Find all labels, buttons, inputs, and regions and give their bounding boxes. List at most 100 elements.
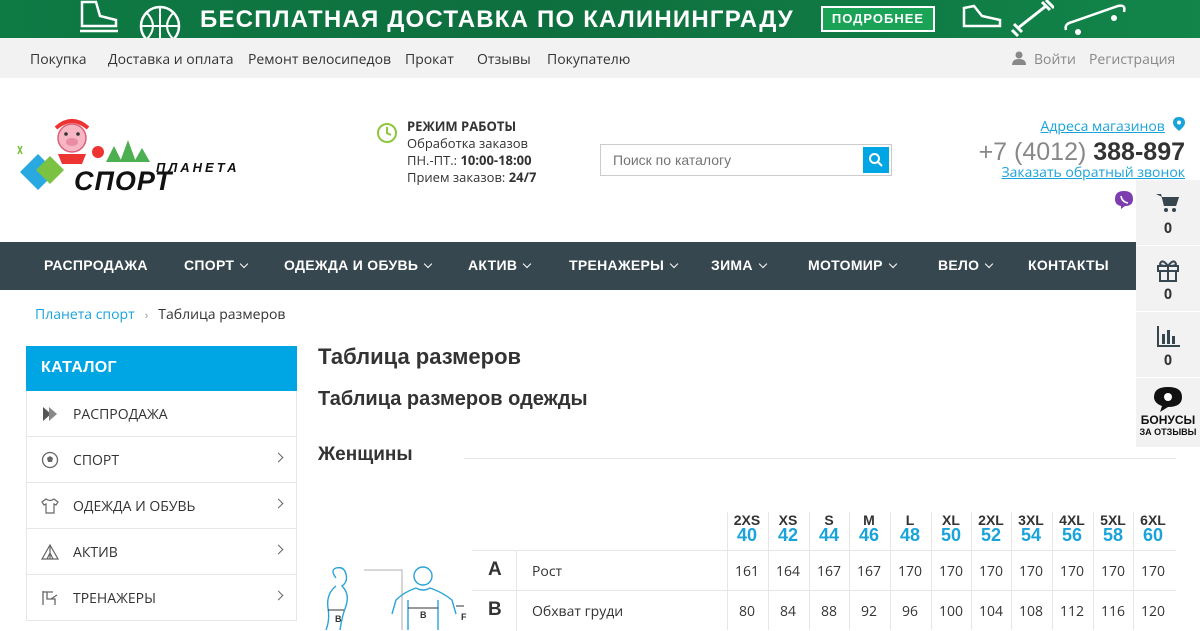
catalog-item-clothing[interactable]: ОДЕЖДА И ОБУВЬ bbox=[26, 483, 297, 529]
catalog-sidebar: КАТАЛОГ РАСПРОДАЖА СПОРТ ОДЕЖДА И ОБУВЬ … bbox=[26, 346, 297, 621]
nav-bike[interactable]: ВЕЛО bbox=[938, 257, 994, 273]
chevron-right-icon bbox=[273, 544, 284, 555]
sneaker-icon bbox=[962, 4, 1002, 28]
svg-text:B: B bbox=[420, 610, 427, 620]
size-col-m: M 46 bbox=[858, 512, 880, 545]
section-title-women: Женщины bbox=[318, 444, 413, 465]
catalog-item-trainers[interactable]: ТРЕНАЖЕРЫ bbox=[26, 575, 297, 621]
register-link[interactable]: Регистрация bbox=[1089, 50, 1175, 69]
viber-icon[interactable] bbox=[1114, 190, 1134, 210]
topnav-reviews[interactable]: Отзывы bbox=[477, 50, 531, 69]
nav-contacts[interactable]: КОНТАКТЫ bbox=[1028, 257, 1109, 273]
svg-text:СПОРТ: СПОРТ bbox=[74, 166, 174, 196]
chevron-right-icon bbox=[273, 498, 284, 509]
nav-sport[interactable]: СПОРТ bbox=[184, 257, 249, 273]
chevron-down-icon bbox=[985, 259, 994, 269]
topnav-buyer[interactable]: Покупателю bbox=[547, 50, 630, 69]
chevron-down-icon bbox=[888, 259, 898, 269]
table-row: B Обхват груди 80 84 88 92 96 100 104 10… bbox=[472, 590, 1176, 631]
catalog-item-active[interactable]: АКТИВ bbox=[26, 529, 297, 575]
size-col-5xl: 5XL 58 bbox=[1100, 512, 1126, 545]
promo-banner[interactable]: БЕСПЛАТНАЯ ДОСТАВКА ПО КАЛИНИНГРАДУ ПОДР… bbox=[0, 0, 1200, 38]
cart-icon bbox=[1156, 194, 1179, 212]
gift-widget[interactable]: 0 bbox=[1136, 246, 1200, 312]
size-col-s: S 44 bbox=[818, 512, 840, 545]
site-logo[interactable]: ПЛАНЕТА СПОРТ bbox=[16, 118, 246, 198]
size-col-6xl: 6XL 60 bbox=[1140, 512, 1166, 545]
nav-sale[interactable]: РАСПРОДАЖА bbox=[44, 257, 148, 273]
catalog-item-sale[interactable]: РАСПРОДАЖА bbox=[26, 391, 297, 437]
breadcrumb-current: Таблица размеров bbox=[158, 305, 286, 324]
main-navigation: РАСПРОДАЖА СПОРТ ОДЕЖДА И ОБУВЬ АКТИВ ТР… bbox=[0, 242, 1200, 290]
catalog-item-sport[interactable]: СПОРТ bbox=[26, 437, 297, 483]
sale-arrows-icon bbox=[43, 407, 57, 421]
banner-text: БЕСПЛАТНАЯ ДОСТАВКА ПО КАЛИНИНГРАДУ bbox=[200, 6, 794, 33]
login-link[interactable]: Войти bbox=[1034, 50, 1076, 69]
clock-icon bbox=[377, 123, 397, 143]
gift-icon bbox=[1157, 260, 1179, 282]
search-input[interactable] bbox=[601, 145, 863, 175]
size-col-l: L 48 bbox=[899, 512, 921, 545]
breadcrumb-separator-icon: › bbox=[144, 306, 149, 323]
chevron-right-icon bbox=[273, 590, 284, 601]
basketball-icon bbox=[139, 5, 181, 38]
site-header: ПЛАНЕТА СПОРТ РЕЖИМ РАБОТЫ Обработка зак… bbox=[0, 78, 1200, 242]
table-row: A Рост 161 164 167 167 170 170 170 170 1… bbox=[472, 550, 1176, 591]
topnav-purchase[interactable]: Покупка bbox=[30, 50, 87, 69]
size-col-3xl: 3XL 54 bbox=[1018, 512, 1044, 545]
topnav-delivery[interactable]: Доставка и оплата bbox=[108, 50, 234, 69]
logo-trees-icon bbox=[106, 140, 150, 162]
size-col-xl: XL 50 bbox=[940, 512, 962, 545]
bonus-label: БОНУСЫ ЗА ОТЗЫВЫ bbox=[1139, 413, 1197, 437]
search-box bbox=[600, 144, 892, 176]
svg-text:B: B bbox=[335, 614, 342, 624]
skateboard-icon bbox=[1064, 4, 1126, 35]
tent-icon bbox=[41, 543, 59, 560]
catalog-title[interactable]: КАТАЛОГ bbox=[26, 346, 297, 391]
gym-machine-icon bbox=[42, 591, 58, 605]
map-pin-icon bbox=[1173, 117, 1185, 131]
page-title: Таблица размеров bbox=[318, 344, 522, 369]
gift-count: 0 bbox=[1163, 285, 1172, 304]
breadcrumb-home[interactable]: Планета спорт bbox=[35, 305, 135, 324]
search-icon bbox=[869, 153, 883, 167]
size-col-4xl: 4XL 56 bbox=[1059, 512, 1085, 545]
nav-moto[interactable]: МОТОМИР bbox=[808, 257, 898, 273]
nav-active[interactable]: АКТИВ bbox=[468, 257, 532, 273]
chevron-right-icon bbox=[273, 452, 284, 463]
chevron-down-icon bbox=[522, 259, 532, 269]
nav-winter[interactable]: ЗИМА bbox=[711, 257, 768, 273]
hours-title: РЕЖИМ РАБОТЫ bbox=[407, 117, 517, 135]
cart-count: 0 bbox=[1163, 219, 1172, 238]
hours-line-3: Прием заказов: 24/7 bbox=[407, 168, 537, 186]
body-measurement-figure-icon: B B F bbox=[325, 566, 467, 630]
nav-clothing[interactable]: ОДЕЖДА И ОБУВЬ bbox=[284, 257, 433, 273]
ball-icon bbox=[41, 451, 59, 469]
hours-line-2: ПН.-ПТ.: 10:00-18:00 bbox=[407, 151, 532, 169]
size-col-2xl: 2XL 52 bbox=[978, 512, 1004, 545]
svg-text:F: F bbox=[461, 612, 467, 622]
size-col-2xs: 2XS 40 bbox=[733, 512, 761, 545]
page-subtitle: Таблица размеров одежды bbox=[318, 388, 588, 410]
cart-widget[interactable]: 0 bbox=[1136, 180, 1200, 246]
skate-icon bbox=[80, 0, 118, 33]
main-content: Таблица размеров Таблица размеров одежды… bbox=[318, 344, 1178, 465]
header-contacts: Адреса магазинов +7 (4012) 388-897 Заказ… bbox=[979, 114, 1185, 182]
store-addresses-link[interactable]: Адреса магазинов bbox=[1041, 117, 1165, 136]
top-navigation: Покупка Доставка и оплата Ремонт велосип… bbox=[0, 38, 1200, 78]
topnav-rental[interactable]: Прокат bbox=[405, 50, 454, 69]
chevron-down-icon bbox=[240, 259, 249, 269]
topnav-repair[interactable]: Ремонт велосипедов bbox=[248, 50, 391, 69]
user-icon bbox=[1012, 51, 1026, 65]
nav-trainers[interactable]: ТРЕНАЖЕРЫ bbox=[569, 257, 679, 273]
banner-more-button[interactable]: ПОДРОБНЕЕ bbox=[821, 6, 935, 32]
shirt-icon bbox=[41, 498, 59, 514]
dumbbell-icon bbox=[1010, 0, 1054, 38]
hours-line-1: Обработка заказов bbox=[407, 134, 529, 152]
size-col-xs: XS 42 bbox=[777, 512, 799, 545]
search-button[interactable] bbox=[863, 147, 889, 173]
chevron-down-icon bbox=[669, 259, 679, 269]
chevron-down-icon bbox=[758, 259, 768, 269]
breadcrumb: Планета спорт › Таблица размеров bbox=[35, 305, 285, 324]
section-divider bbox=[464, 458, 1176, 459]
